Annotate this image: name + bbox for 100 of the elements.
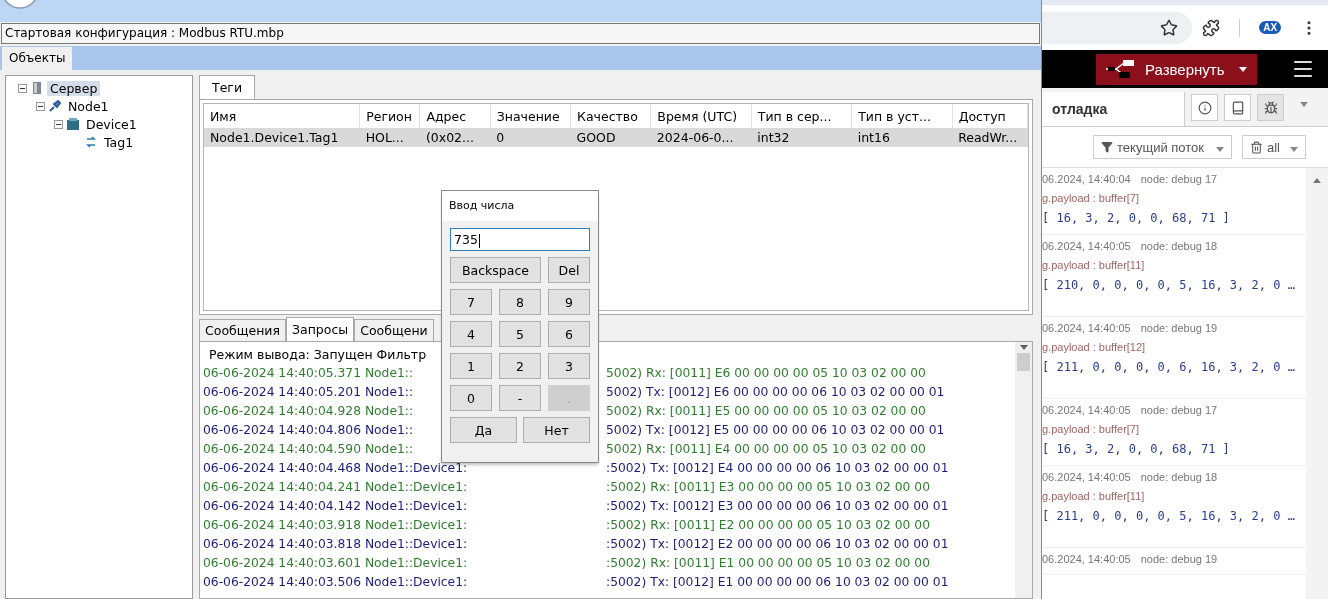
log-line-start: 06-06-2024 14:40:03.601 Node1::Device1:: [203, 555, 468, 572]
collapse-icon[interactable]: [36, 101, 45, 111]
keypad-key[interactable]: 3: [548, 353, 590, 379]
message-time: 06.2024, 14:40:05: [1042, 322, 1131, 334]
number-input-field[interactable]: 735: [450, 228, 590, 251]
message-time: 06.2024, 14:40:05: [1042, 553, 1131, 565]
server-icon: [30, 81, 44, 95]
table-cell: int16: [851, 128, 953, 147]
message-value[interactable]: [ 211, 0, 0, 0, 0, 6, 16, 3, 2, 0 …: [1042, 360, 1306, 374]
log-tab[interactable]: Сообщения: [199, 319, 286, 341]
table-cell: 2024-06-0...: [650, 128, 752, 147]
message-type: g.payload : buffer[7]: [1042, 423, 1141, 435]
collapse-icon[interactable]: [18, 83, 27, 93]
keypad-key[interactable]: 7: [450, 289, 492, 315]
dialog-title: Ввод числа: [442, 191, 598, 221]
log-line-data: :5002) Rx: [0011] E2 00 00 00 00 05 10 03 02 00 00: [606, 517, 930, 534]
log-line-start: 06-06-2024 14:40:03.918 Node1::Device1:: [203, 517, 468, 534]
keypad-key[interactable]: 2: [499, 353, 541, 379]
clear-dropdown[interactable]: all: [1242, 135, 1306, 159]
caret-icon: [1216, 146, 1224, 152]
log-line-start: 06-06-2024 14:40:05.371 Node1::: [203, 365, 414, 382]
log-line-start: 06-06-2024 14:40:04.806 Node1::: [203, 422, 414, 439]
table-cell: Node1.Device1.Tag1: [204, 128, 360, 147]
config-path-field: Стартовая конфигурация : Modbus RTU.mbp: [1, 23, 1040, 44]
log-line-data: :5002) Tx: [0012] E3 00 00 00 00 06 10 03 02 00 00 01: [606, 498, 949, 515]
log-line-data: :5002) Tx: [0012] E2 00 00 00 00 06 10 03 02 00 00 01: [606, 536, 949, 553]
extensions-icon[interactable]: [1201, 18, 1220, 37]
profile-badge[interactable]: AX: [1259, 21, 1282, 34]
log-line-start: 06-06-2024 14:40:04.590 Node1::: [203, 441, 414, 458]
log-tab[interactable]: Запросы: [286, 317, 355, 341]
trash-icon: [1250, 140, 1263, 154]
message-time: 06.2024, 14:40:04: [1042, 173, 1131, 185]
tree-item[interactable]: Tag1: [101, 134, 137, 150]
log-line-start: 06-06-2024 14:40:05.201 Node1::: [203, 384, 414, 401]
message-node[interactable]: node: debug 19: [1140, 553, 1218, 565]
message-type: g.payload : buffer[11]: [1042, 490, 1146, 502]
keypad-key[interactable]: 6: [548, 321, 590, 347]
keypad-key[interactable]: 1: [450, 353, 492, 379]
tree-item[interactable]: Device1: [83, 116, 140, 132]
message-type: g.payload : buffer[11]: [1042, 259, 1146, 271]
log-line-data: :5002) Tx: [0012] E4 00 00 00 00 06 10 03 02 00 00 01: [606, 460, 949, 477]
message-value[interactable]: [ 210, 0, 0, 0, 0, 5, 16, 3, 2, 0 …: [1042, 278, 1306, 292]
message-node[interactable]: node: debug 18: [1140, 240, 1218, 252]
dialog-button[interactable]: Нет: [523, 417, 590, 443]
device-icon: [66, 117, 80, 131]
dropdown-caret-icon: [1300, 102, 1308, 107]
message-time: 06.2024, 14:40:05: [1042, 240, 1131, 252]
filter-dropdown[interactable]: текущий поток: [1093, 135, 1232, 159]
table-cell: 0: [490, 128, 571, 147]
bug-icon: [1263, 100, 1278, 115]
collapse-icon[interactable]: [54, 119, 63, 129]
dialog-button[interactable]: Да: [450, 417, 517, 443]
deploy-icon: [1106, 60, 1136, 78]
log-line-start: 06-06-2024 14:40:04.928 Node1::: [203, 403, 414, 420]
log-tab[interactable]: Сообщени: [354, 319, 434, 341]
sidebar-tool-button[interactable]: [1224, 94, 1251, 121]
message-time: 06.2024, 14:40:05: [1042, 404, 1131, 416]
message-node[interactable]: node: debug 19: [1140, 322, 1218, 334]
keypad-key[interactable]: 4: [450, 321, 492, 347]
log-line-start: 06-06-2024 14:40:03.818 Node1::Device1:: [203, 536, 468, 553]
tags-tab[interactable]: Теги: [199, 75, 256, 99]
table-cell: HOL...: [359, 128, 420, 147]
scrollbar-thumb[interactable]: [1017, 353, 1030, 371]
tree-item[interactable]: Node1: [65, 98, 112, 114]
objects-tab[interactable]: Объекты: [2, 47, 73, 70]
log-line-start: 06-06-2024 14:40:04.468 Node1::Device1:: [203, 460, 468, 477]
table-cell: ReadWr...: [952, 128, 1028, 147]
star-icon[interactable]: [1160, 18, 1178, 37]
log-line-data: :5002) Tx: [0012] E1 00 00 00 00 06 10 03 02 00 00 01: [606, 574, 949, 591]
plug-icon: [48, 99, 62, 113]
tree-item[interactable]: Сервер: [47, 80, 101, 96]
keypad-key[interactable]: 5: [499, 321, 541, 347]
log-line-data: 5002) Tx: [0012] E6 00 00 00 00 06 10 03 02 00 00 01: [606, 384, 945, 401]
deploy-button[interactable]: Развернуть: [1096, 53, 1257, 85]
table-cell: int32: [751, 128, 852, 147]
message-type: g.payload : buffer[7]: [1042, 192, 1141, 204]
log-line-data: 5002) Rx: [0011] E6 00 00 00 00 05 10 03 02 00 00: [606, 365, 926, 382]
output-mode-text: Режим вывода: Запущен Фильтр: [209, 346, 427, 364]
message-node[interactable]: node: debug 18: [1140, 471, 1218, 483]
keypad-key[interactable]: 0: [450, 385, 492, 411]
keypad-key[interactable]: 9: [548, 289, 590, 315]
message-node[interactable]: node: debug 17: [1140, 404, 1218, 416]
message-value[interactable]: [ 211, 0, 0, 0, 0, 5, 16, 3, 2, 0 …: [1042, 509, 1306, 523]
sidebar-tool-button[interactable]: [1257, 94, 1284, 121]
message-node[interactable]: node: debug 17: [1140, 173, 1218, 185]
log-line-start: 06-06-2024 14:40:04.142 Node1::Device1:: [203, 498, 468, 515]
log-line-data: 5002) Rx: [0011] E5 00 00 00 00 05 10 03 02 00 00: [606, 403, 926, 420]
edit-key[interactable]: Del: [548, 257, 590, 283]
message-value[interactable]: [ 16, 3, 2, 0, 0, 68, 71 ]: [1042, 442, 1306, 456]
log-line-start: 06-06-2024 14:40:04.241 Node1::Device1:: [203, 479, 468, 496]
debug-tab[interactable]: отладка: [1042, 92, 1185, 126]
message-type: g.payload : buffer[12]: [1042, 341, 1147, 353]
log-line-data: 5002) Tx: [0012] E5 00 00 00 00 06 10 03 02 00 00 01: [606, 422, 945, 439]
keypad-key[interactable]: -: [499, 385, 541, 411]
keypad-key[interactable]: 8: [499, 289, 541, 315]
edit-key[interactable]: Backspace: [450, 257, 541, 283]
message-value[interactable]: [ 16, 3, 2, 0, 0, 68, 71 ]: [1042, 211, 1306, 225]
sidebar-tool-button[interactable]: [1191, 94, 1218, 121]
log-line-data: :5002) Rx: [0011] E1 00 00 00 00 05 10 03 02 00 00: [606, 555, 930, 572]
log-line-data: 5002) Rx: [0011] E4 00 00 00 00 05 10 03 02 00 00: [606, 441, 926, 458]
